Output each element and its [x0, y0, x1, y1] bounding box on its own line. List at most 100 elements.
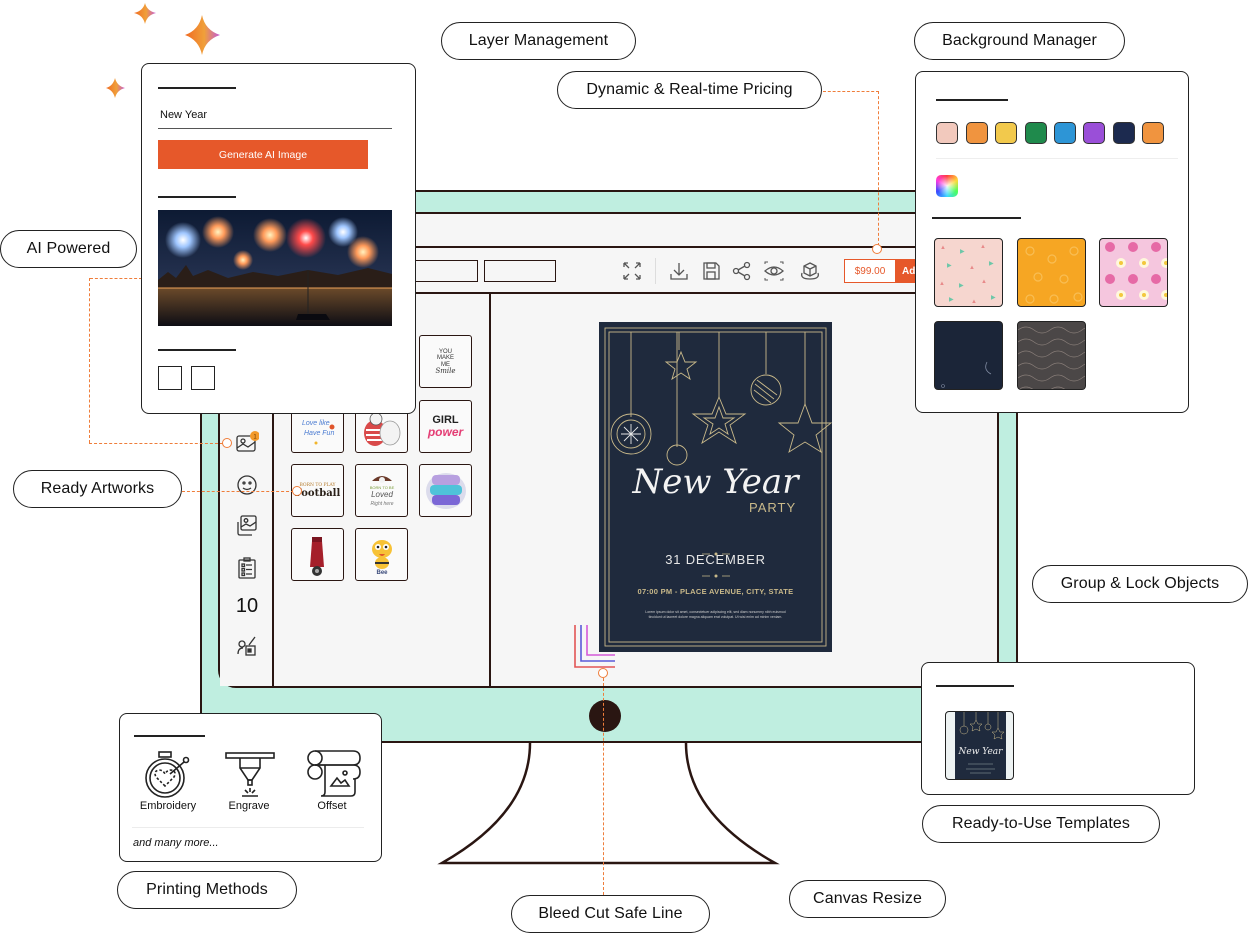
pattern-pink-confetti[interactable]: ▲ ▶ ▲ ▶ ▲ ▶ ▲ ▶ ▲ ▶ ▲ ▶: [934, 238, 1003, 307]
flyer-body-text[interactable]: Lorem ipsum dolor sit amet, consectetuer…: [639, 610, 792, 619]
svg-text:▶: ▶: [991, 295, 996, 301]
printing-method-label: Engrave: [228, 800, 270, 812]
artwork-red-scooter[interactable]: [291, 528, 344, 581]
connector-line: [89, 443, 223, 444]
flyer-place[interactable]: 07:00 PM - PLACE AVENUE, CITY, STATE: [599, 587, 832, 596]
artwork-loved-sticker[interactable]: BORN TO BE Loved Right here: [355, 464, 408, 517]
generated-fireworks-image[interactable]: [158, 210, 392, 326]
svg-text:▶: ▶: [989, 261, 994, 267]
fullscreen-icon[interactable]: [621, 260, 643, 282]
pattern-navy-plain[interactable]: [934, 321, 1003, 390]
option-checkbox[interactable]: [158, 366, 182, 390]
artwork-graffiti-text[interactable]: [419, 464, 472, 517]
pattern-orange-floral[interactable]: [1017, 238, 1086, 307]
emoji-icon[interactable]: [235, 473, 259, 497]
generate-ai-image-button[interactable]: Generate AI Image: [158, 140, 368, 169]
color-swatch[interactable]: [1054, 122, 1076, 144]
svg-text:▶: ▶: [947, 263, 952, 269]
svg-text:▲: ▲: [971, 299, 977, 305]
sparkle-icon: [185, 15, 220, 55]
connector-anchor: [292, 486, 302, 496]
color-swatch[interactable]: [966, 122, 988, 144]
artwork-girl-power[interactable]: GIRL power: [419, 400, 472, 453]
color-swatch[interactable]: [1025, 122, 1047, 144]
checklist-icon[interactable]: [235, 556, 259, 580]
offset-icon[interactable]: [305, 750, 361, 800]
share-icon[interactable]: [731, 260, 753, 282]
sparkle-icon: [106, 78, 125, 98]
text-size-icon[interactable]: 10: [232, 595, 262, 618]
feature-ready-artworks: Ready Artworks: [13, 470, 182, 508]
flyer-date[interactable]: 31 DECEMBER: [599, 552, 832, 567]
connector-anchor: [872, 244, 882, 254]
connector-anchor: [598, 668, 608, 678]
color-swatch[interactable]: [1142, 122, 1164, 144]
section-heading-placeholder: [158, 87, 236, 89]
artwork-bee-character[interactable]: Bee: [355, 528, 408, 581]
lace-pattern-art: [1018, 326, 1085, 389]
printing-method-label: Embroidery: [139, 800, 197, 812]
svg-text:▲: ▲: [980, 244, 986, 250]
feature-group-lock: Group & Lock Objects: [1032, 565, 1248, 603]
more-methods-text: and many more...: [133, 837, 219, 849]
template-new-year-party[interactable]: New Year: [945, 711, 1014, 780]
scooter-art: [309, 536, 324, 576]
svg-text:▲: ▲: [940, 245, 946, 251]
connector-line: [823, 91, 879, 92]
color-swatch[interactable]: [1113, 122, 1135, 144]
color-swatch[interactable]: [1083, 122, 1105, 144]
artwork-text: power: [427, 425, 464, 439]
custom-color-picker[interactable]: [936, 175, 958, 197]
svg-text:▲: ▲: [981, 279, 987, 285]
svg-text:Have Fun: Have Fun: [304, 430, 334, 437]
monitor-stand: [437, 743, 780, 865]
preview-icon[interactable]: [763, 260, 785, 282]
svg-text:▶: ▶: [960, 249, 965, 255]
confetti-pattern-art: ▲ ▶ ▲ ▶ ▲ ▶ ▲ ▶ ▲ ▶ ▲ ▶: [939, 244, 996, 305]
section-heading-placeholder: [158, 349, 236, 351]
svg-text:Right here: Right here: [370, 501, 393, 507]
connector-line: [90, 278, 142, 279]
image-upload-icon[interactable]: 1: [235, 431, 259, 455]
section-heading-placeholder: [932, 217, 1021, 219]
feature-background-manager: Background Manager: [914, 22, 1125, 60]
svg-text:Loved: Loved: [371, 490, 393, 499]
svg-text:▲: ▲: [939, 281, 945, 287]
bee-art: Bee: [371, 539, 392, 576]
3d-view-icon[interactable]: [799, 260, 821, 282]
artwork-you-make-me-smile[interactable]: YOU MAKE ME Smile: [419, 335, 472, 388]
embroidery-icon[interactable]: [142, 750, 196, 800]
feature-bleed-cut: Bleed Cut Safe Line: [511, 895, 710, 933]
divider: [132, 827, 364, 828]
monitor-camera-dot: [589, 700, 621, 732]
color-swatch[interactable]: [936, 122, 958, 144]
price-display: $99.00: [844, 259, 896, 283]
section-heading-placeholder: [134, 735, 205, 737]
ai-prompt-input[interactable]: New Year: [160, 109, 207, 121]
gallery-icon[interactable]: [235, 514, 259, 538]
save-icon[interactable]: [700, 260, 722, 282]
sparkle-icon: [134, 3, 156, 24]
svg-text:Bee: Bee: [376, 570, 388, 576]
color-swatch[interactable]: [995, 122, 1017, 144]
pattern-grey-lace[interactable]: [1017, 321, 1086, 390]
engrave-icon[interactable]: [223, 750, 277, 800]
feature-printing-methods: Printing Methods: [117, 871, 297, 909]
graffiti-art: [425, 472, 466, 509]
feature-ai-powered: AI Powered: [0, 230, 137, 268]
option-checkbox[interactable]: [191, 366, 215, 390]
section-heading-placeholder: [936, 99, 1008, 101]
connector-line: [878, 91, 879, 246]
toolbar-divider: [655, 258, 656, 284]
pattern-pink-donut[interactable]: [1099, 238, 1168, 307]
flyer-title[interactable]: New Year: [599, 462, 832, 502]
toolbar-input-box[interactable]: [484, 260, 556, 282]
flyer-subtitle[interactable]: PARTY: [749, 500, 796, 515]
design-canvas-flyer[interactable]: New Year PARTY 31 DECEMBER 07:00 PM - PL…: [599, 322, 832, 652]
artwork-text: MAKE: [436, 355, 454, 361]
section-heading-placeholder: [158, 196, 236, 198]
download-icon[interactable]: [668, 260, 690, 282]
shapes-icon[interactable]: [235, 634, 259, 658]
bleed-safe-lines: [574, 625, 615, 668]
divider: [936, 158, 1178, 159]
